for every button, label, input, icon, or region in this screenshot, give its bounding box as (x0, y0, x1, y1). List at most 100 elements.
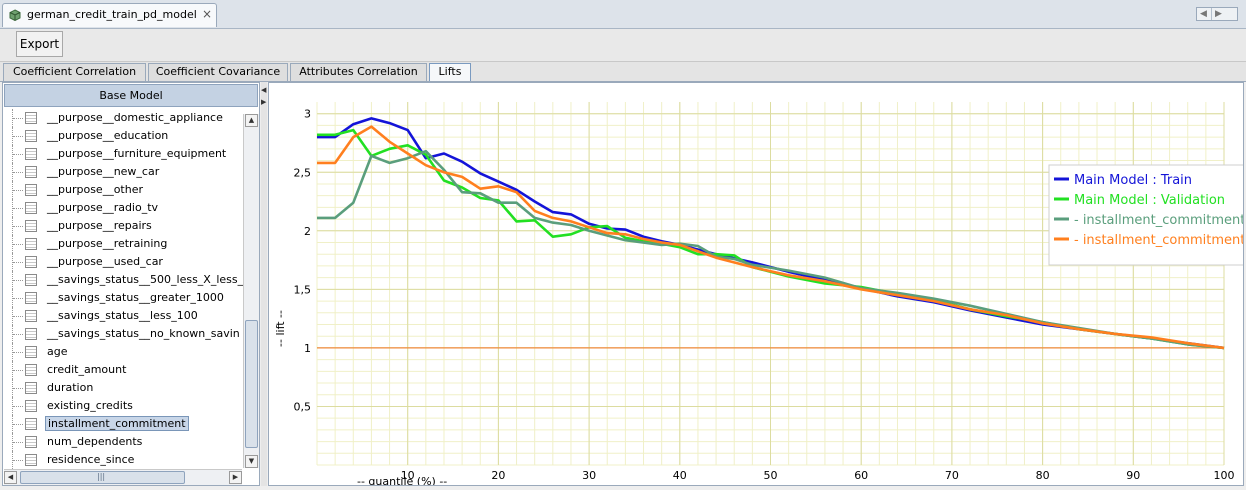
x-tick-label: 50 (764, 469, 778, 482)
tree-item[interactable]: __purpose__furniture_equipment (4, 145, 244, 163)
tree-item[interactable]: num_dependents (4, 433, 244, 451)
editor-tab-title: german_credit_train_pd_model (27, 8, 197, 21)
attribute-icon (25, 148, 37, 160)
tree-item[interactable]: installment_commitment (4, 415, 244, 433)
tree-item-label: __purpose__furniture_equipment (47, 147, 227, 160)
tree-item-label: num_dependents (47, 435, 143, 448)
tree-item[interactable]: __purpose__radio_tv (4, 199, 244, 217)
tree-connector (13, 118, 23, 120)
tree-item-label: __purpose__repairs (47, 219, 152, 232)
tree-item-label: __savings_status__no_known_savin (47, 327, 240, 340)
legend-entry: Main Model : Validation (1074, 193, 1225, 208)
tree-item[interactable]: __savings_status__500_less_X_less_ (4, 271, 244, 289)
tree-connector (13, 406, 23, 408)
nav-right-icon[interactable]: ▶ (1211, 8, 1225, 20)
tree-connector (13, 334, 23, 336)
vertical-scroll-thumb[interactable] (245, 320, 258, 448)
tree-item[interactable]: __savings_status__less_100 (4, 307, 244, 325)
scroll-right-icon[interactable]: ▶ (229, 471, 242, 484)
y-tick-label: 2,5 (294, 166, 312, 179)
export-button[interactable]: Export (16, 31, 63, 57)
model-cube-icon (9, 9, 21, 21)
tree-connector (13, 280, 23, 282)
tree-connector (13, 424, 23, 426)
grip-icon: ||| (97, 472, 106, 481)
attribute-icon (25, 328, 37, 340)
tab-coefficient-covariance[interactable]: Coefficient Covariance (148, 63, 288, 81)
scroll-down-icon[interactable]: ▼ (245, 455, 258, 468)
tree-item[interactable]: __purpose__education (4, 127, 244, 145)
tree-item[interactable]: __purpose__new_car (4, 163, 244, 181)
tree-item[interactable]: __purpose__used_car (4, 253, 244, 271)
attribute-icon (25, 346, 37, 358)
tree-item-label: age (47, 345, 68, 358)
tree-item-label: residence_since (47, 453, 135, 466)
tree-item[interactable]: __purpose__retraining (4, 235, 244, 253)
scroll-left-icon[interactable]: ◀ (4, 471, 17, 484)
tree-item[interactable]: __purpose__repairs (4, 217, 244, 235)
attribute-icon (25, 166, 37, 178)
tree-item[interactable]: residence_since (4, 451, 244, 469)
x-tick-label: 80 (1036, 469, 1050, 482)
editor-tab[interactable]: german_credit_train_pd_model × (2, 3, 217, 27)
tree-item-label: installment_commitment (45, 416, 189, 431)
nav-left-icon[interactable]: ◀ (1197, 8, 1210, 20)
tab-coefficient-correlation[interactable]: Coefficient Correlation (3, 63, 146, 81)
tree-item[interactable]: __purpose__domestic_appliance (4, 109, 244, 127)
attribute-icon (25, 112, 37, 124)
view-tab-strip: Coefficient Correlation Coefficient Cova… (0, 62, 1246, 82)
tree-connector (13, 370, 23, 372)
y-axis-label: -- lift -- (274, 310, 287, 347)
tab-navigation: ◀ ▶ (1196, 7, 1238, 21)
tree-item-label: __purpose__domestic_appliance (47, 111, 223, 124)
attribute-tree: __purpose__domestic_appliance __purpose__… (4, 109, 244, 469)
x-tick-label: 40 (673, 469, 687, 482)
x-tick-label: 100 (1214, 469, 1235, 482)
tree-connector (13, 298, 23, 300)
attribute-icon (25, 256, 37, 268)
tree-item[interactable]: credit_amount (4, 361, 244, 379)
x-tick-label: 70 (945, 469, 959, 482)
lift-chart: 10 20 30 40 50 60 70 80 90 100 0,5 1 1,5 2 2,5 3 -- quan… (268, 82, 1244, 486)
attribute-icon (25, 274, 37, 286)
tab-attributes-correlation[interactable]: Attributes Correlation (290, 63, 427, 81)
tree-item-label: existing_credits (47, 399, 133, 412)
tree-item[interactable]: __purpose__other (4, 181, 244, 199)
attribute-icon (25, 130, 37, 142)
tree-item[interactable]: duration (4, 379, 244, 397)
base-model-header[interactable]: Base Model (4, 84, 258, 107)
attribute-icon (25, 382, 37, 394)
x-tick-label: 20 (491, 469, 505, 482)
close-icon[interactable]: × (202, 7, 212, 21)
tree-connector (13, 226, 23, 228)
panel-splitter[interactable]: ◀ ▶ (261, 82, 267, 486)
collapse-left-icon[interactable]: ◀ (261, 86, 266, 94)
horizontal-scroll-thumb[interactable]: ||| (20, 471, 185, 484)
toolbar (0, 29, 1246, 62)
lift-chart-svg: 10 20 30 40 50 60 70 80 90 1000,511,522,53-- quan… (274, 102, 1243, 485)
tree-connector (13, 244, 23, 246)
tree-item-label: __savings_status__500_less_X_less_ (47, 273, 244, 286)
tree-connector (13, 136, 23, 138)
tree-connector (13, 442, 23, 444)
tree-item[interactable]: existing_credits (4, 397, 244, 415)
tree-item[interactable]: age (4, 343, 244, 361)
y-tick-label: 3 (304, 108, 311, 121)
tree-item[interactable]: __savings_status__no_known_savin (4, 325, 244, 343)
attribute-icon (25, 292, 37, 304)
attribute-icon (25, 364, 37, 376)
tree-item-label: __savings_status__less_100 (47, 309, 198, 322)
expand-right-icon[interactable]: ▶ (261, 98, 266, 106)
y-tick-label: 1 (304, 342, 311, 355)
x-axis-label: -- quantile (%) -- (357, 475, 447, 485)
tree-item[interactable]: __savings_status__greater_1000 (4, 289, 244, 307)
tab-lifts[interactable]: Lifts (429, 63, 471, 81)
horizontal-scrollbar[interactable]: ◀ ||| ▶ (4, 469, 242, 485)
vertical-scrollbar[interactable]: ▲ ▼ (243, 114, 259, 468)
attribute-icon (25, 454, 37, 466)
attribute-icon (25, 400, 37, 412)
scroll-up-icon[interactable]: ▲ (245, 114, 258, 127)
legend-entry: - installment_commitment (1074, 233, 1243, 248)
tree-connector (13, 262, 23, 264)
x-tick-label: 30 (582, 469, 596, 482)
